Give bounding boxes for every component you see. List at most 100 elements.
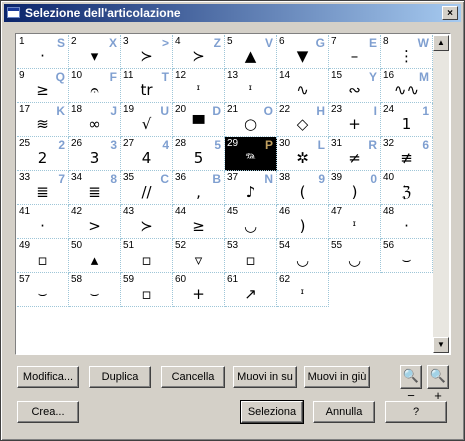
articulation-cell[interactable]: 25 2 2 xyxy=(17,137,69,171)
articulation-cell[interactable]: 45 ◡ xyxy=(225,205,277,239)
move-up-button[interactable]: Muovi in su xyxy=(233,366,297,388)
articulation-cell[interactable]: 16 M ∿∿ xyxy=(381,69,433,103)
articulation-symbol-icon: ≋ xyxy=(36,115,49,133)
articulation-cell[interactable]: 19 U √ xyxy=(121,103,173,137)
articulation-cell[interactable]: 51 ▫ xyxy=(121,239,173,273)
articulation-symbol-icon: + xyxy=(192,285,205,303)
help-button[interactable]: ? xyxy=(385,401,447,423)
articulation-cell[interactable]: 8 W ⋮ xyxy=(381,35,433,69)
articulation-cell[interactable]: 52 ▿ xyxy=(173,239,225,273)
articulation-cell[interactable]: 55 ◡ xyxy=(329,239,381,273)
articulation-cell[interactable]: 54 ◡ xyxy=(277,239,329,273)
vertical-scrollbar[interactable]: ▲ ▼ xyxy=(433,35,449,353)
articulation-symbol-icon: ᶦ xyxy=(352,217,357,235)
articulation-cell[interactable]: 38 9( xyxy=(277,171,329,205)
articulation-cell[interactable]: 9 Q ≥ xyxy=(17,69,69,103)
seleziona-button[interactable]: Seleziona xyxy=(240,400,304,424)
articulation-cell[interactable]: 57 ⌣ xyxy=(17,273,69,307)
articulation-cell[interactable]: 2 X ▾ xyxy=(69,35,121,69)
articulation-symbol-icon: ≣ xyxy=(88,183,101,201)
articulation-cell[interactable]: 7 E – xyxy=(329,35,381,69)
articulation-cell[interactable]: 34 8 ≣ xyxy=(69,171,121,205)
articulation-cell[interactable]: 12 ᶦ xyxy=(173,69,225,103)
cancella-button[interactable]: Cancella xyxy=(161,366,225,388)
articulation-cell[interactable]: 43 ≻ xyxy=(121,205,173,239)
close-button[interactable]: × xyxy=(442,6,458,20)
articulation-cell[interactable]: 10 F 𝄐 xyxy=(69,69,121,103)
articulation-cell[interactable]: 56 ⌣ xyxy=(381,239,433,273)
articulation-cell[interactable]: 49 ▫ xyxy=(17,239,69,273)
articulation-cell[interactable]: 30 L ✲ xyxy=(277,137,329,171)
articulation-cell[interactable]: 40 ℨ xyxy=(381,171,433,205)
articulation-cell[interactable]: 21 O ○ xyxy=(225,103,277,137)
articulation-symbol-icon: √ xyxy=(141,115,152,133)
scroll-down-button[interactable]: ▼ xyxy=(433,337,449,353)
annulla-button[interactable]: Annulla xyxy=(313,401,375,423)
move-down-button[interactable]: Muovi in giù xyxy=(304,366,370,388)
articulation-cell[interactable]: 17 K ≋ xyxy=(17,103,69,137)
articulation-cell[interactable]: 18 J ∞ xyxy=(69,103,121,137)
articulation-symbol-icon: ≻ xyxy=(140,47,153,65)
articulation-cell[interactable]: 14 ∿ xyxy=(277,69,329,103)
articulation-symbol-icon: ◇ xyxy=(296,115,309,133)
articulation-cell[interactable]: 27 4 4 xyxy=(121,137,173,171)
articulation-cell[interactable]: 3 > ≻ xyxy=(121,35,173,69)
articulation-symbol-icon: ▼ xyxy=(296,47,309,65)
articulation-cell[interactable]: 23 I + xyxy=(329,103,381,137)
articulation-cell[interactable]: 4 Z ≻ xyxy=(173,35,225,69)
articulation-cell[interactable]: 28 5 5 xyxy=(173,137,225,171)
articulation-cell[interactable]: 5 V ▲ xyxy=(225,35,277,69)
articulation-cell[interactable]: 58 ⌣ xyxy=(69,273,121,307)
articulation-cell[interactable]: 24 1 1 xyxy=(381,103,433,137)
articulation-cell[interactable]: 47 ᶦ xyxy=(329,205,381,239)
articulation-symbol-icon: 5 xyxy=(193,149,204,167)
articulation-cell[interactable]: 48 · xyxy=(381,205,433,239)
articulation-cell[interactable]: 26 3 3 xyxy=(69,137,121,171)
articulation-symbol-icon: ∿ xyxy=(296,81,309,99)
articulation-symbol-icon: // xyxy=(141,183,152,201)
modifica-button[interactable]: Modifica... xyxy=(17,366,79,388)
articulation-symbol-icon: ( xyxy=(299,183,306,201)
articulation-cell[interactable]: 46) xyxy=(277,205,329,239)
articulation-symbol-icon: ⌣ xyxy=(401,251,412,269)
articulation-cell[interactable]: 31 R ≠ xyxy=(329,137,381,171)
articulation-cell[interactable]: 53 ▫ xyxy=(225,239,277,273)
articulation-cell[interactable]: 60 + xyxy=(173,273,225,307)
articulation-symbol-icon: ◡ xyxy=(295,251,310,269)
articulation-symbol-icon: · xyxy=(40,47,45,65)
scroll-up-button[interactable]: ▲ xyxy=(433,35,449,51)
duplica-button[interactable]: Duplica xyxy=(89,366,151,388)
articulation-cell[interactable]: 59 ▫ xyxy=(121,273,173,307)
articulation-cell[interactable]: 32 6 ≢ xyxy=(381,137,433,171)
articulation-symbol-icon: ▫ xyxy=(245,251,256,269)
articulation-cell[interactable]: 1 S · xyxy=(17,35,69,69)
articulation-cell[interactable]: 15 Y ∾ xyxy=(329,69,381,103)
articulation-cell[interactable]: 11 Ttr xyxy=(121,69,173,103)
articulation-symbol-icon: ✲ xyxy=(296,149,309,167)
articulation-symbol-icon: > xyxy=(88,217,101,235)
zoom-out-icon[interactable]: 🔍− xyxy=(400,365,422,403)
articulation-cell[interactable]: 44 ≥ xyxy=(173,205,225,239)
articulation-symbol-icon: 4 xyxy=(141,149,152,167)
articulation-cell[interactable]: 13 ᶦ xyxy=(225,69,277,103)
articulation-cell[interactable]: 61 ↗ xyxy=(225,273,277,307)
articulation-symbol-icon: 2 xyxy=(37,149,48,167)
articulation-cell[interactable]: 29 P 𝆮 xyxy=(225,137,277,171)
articulation-cell[interactable]: 6 G ▼ xyxy=(277,35,329,69)
articulation-cell[interactable]: 36 B, xyxy=(173,171,225,205)
articulation-cell[interactable]: 50 ▴ xyxy=(69,239,121,273)
articulation-cell[interactable]: 20 D ▀ xyxy=(173,103,225,137)
articulation-cell[interactable]: 41 · xyxy=(17,205,69,239)
crea-button[interactable]: Crea... xyxy=(17,401,79,423)
articulation-cell[interactable]: 39 0) xyxy=(329,171,381,205)
articulation-cell[interactable]: 33 7 ≣ xyxy=(17,171,69,205)
articulation-cell[interactable]: 62 ᶦ xyxy=(277,273,329,307)
articulation-symbol-icon: · xyxy=(40,217,45,235)
articulation-cell[interactable]: 22 H ◇ xyxy=(277,103,329,137)
articulation-cell[interactable]: 37 N ♪ xyxy=(225,171,277,205)
articulation-symbol-icon: ) xyxy=(299,217,306,235)
articulation-cell[interactable]: 35 C// xyxy=(121,171,173,205)
articulation-cell[interactable]: 42 > xyxy=(69,205,121,239)
zoom-in-icon[interactable]: 🔍+ xyxy=(427,365,449,403)
articulation-symbol-icon: ○ xyxy=(243,115,258,133)
